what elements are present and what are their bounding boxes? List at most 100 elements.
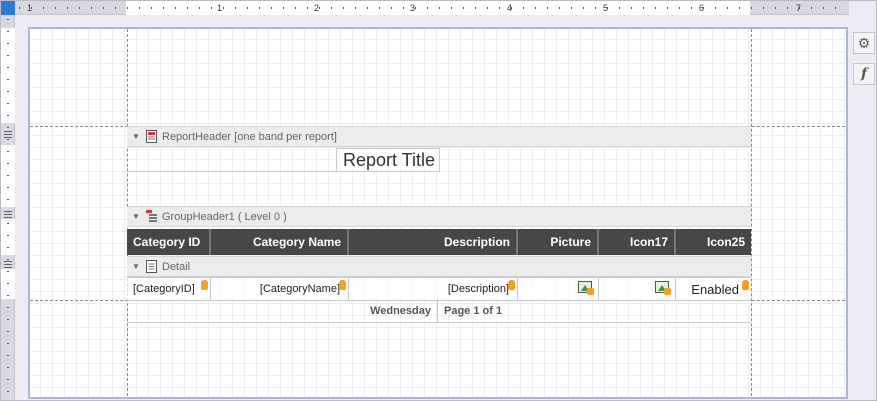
detail-cell[interactable]: [CategoryID] — [127, 278, 211, 300]
band-resize-grip[interactable] — [4, 211, 12, 218]
ruler-tick — [7, 235, 9, 236]
ruler-tick — [691, 7, 692, 9]
ruler-tick — [7, 211, 9, 212]
ruler-tick — [583, 7, 584, 9]
page-info-cell[interactable]: Page 1 of 1 — [438, 299, 608, 322]
ruler-tick — [235, 7, 236, 9]
ruler-tick — [463, 7, 464, 9]
ruler-tick — [103, 7, 104, 9]
page-footer-row: Wednesday Page 1 of 1 — [127, 299, 751, 323]
ruler-tick — [739, 7, 740, 9]
ruler-active-area — [1, 219, 15, 255]
ruler-tick — [823, 7, 824, 9]
ruler-active-area — [1, 145, 15, 207]
cell-text: [CategoryID] — [133, 283, 195, 295]
header-cell[interactable]: Description — [349, 229, 518, 255]
header-cell[interactable]: Category Name — [211, 229, 349, 255]
ruler-tick — [475, 7, 476, 9]
ruler-corner — [1, 1, 15, 15]
detail-cell[interactable]: [Description] — [349, 278, 518, 300]
ruler-tick — [127, 7, 128, 9]
ruler-tick — [607, 7, 608, 9]
ruler-tick — [19, 7, 20, 9]
ruler-tick — [7, 331, 9, 332]
ruler-tick — [7, 271, 9, 272]
database-icon[interactable] — [201, 280, 208, 290]
ruler-tick — [775, 7, 776, 9]
ruler-tick — [7, 199, 9, 200]
ruler-tick — [7, 127, 9, 128]
ruler-tick — [43, 7, 44, 9]
function-button[interactable]: f — [853, 63, 875, 85]
ruler-tick — [7, 31, 9, 32]
ruler-tick — [667, 7, 668, 9]
ruler-tick — [7, 67, 9, 68]
band-resize-grip[interactable] — [4, 261, 12, 268]
ruler-tick — [7, 55, 9, 56]
band-group-header[interactable]: ▼ GroupHeader1 ( Level 0 ) — [127, 206, 751, 227]
band-label: Detail — [162, 260, 191, 273]
ruler-tick — [799, 7, 800, 9]
ruler-tick — [163, 7, 164, 9]
report-title[interactable]: Report Title — [336, 148, 440, 172]
band-report-header[interactable]: ▼ ReportHeader [one band per report] — [127, 126, 751, 147]
ruler-tick — [7, 91, 9, 92]
ruler-tick — [835, 7, 836, 9]
band-detail[interactable]: ▼ Detail — [127, 256, 751, 277]
ruler-tick — [427, 7, 428, 9]
ruler-tick — [439, 7, 440, 9]
band-label: ReportHeader [one band per report] — [162, 130, 337, 143]
database-icon[interactable] — [339, 280, 346, 290]
date-cell[interactable]: Wednesday — [127, 299, 438, 322]
ruler-tick — [139, 7, 140, 9]
ruler-tick — [7, 319, 9, 320]
ruler-tick — [55, 7, 56, 9]
ruler-tick — [7, 283, 9, 284]
ruler-tick — [727, 7, 728, 9]
ruler-tick — [7, 295, 9, 296]
detail-cell[interactable]: [CategoryName] — [211, 278, 349, 300]
ruler-tick — [307, 7, 308, 9]
ruler-tick — [259, 7, 260, 9]
ruler-tick — [7, 259, 9, 260]
ruler-tick — [391, 7, 392, 9]
ruler-tick — [751, 7, 752, 9]
ruler-tick — [7, 163, 9, 164]
ruler-tick — [7, 355, 9, 356]
ruler-tick — [355, 7, 356, 9]
header-cell[interactable]: Icon25 — [676, 229, 751, 255]
collapse-triangle-icon[interactable]: ▼ — [132, 212, 140, 221]
cell-text: [Description] — [447, 283, 509, 295]
database-icon[interactable] — [508, 280, 515, 290]
detail-cell[interactable] — [599, 278, 676, 300]
band-resize-grip[interactable] — [4, 131, 12, 138]
report-page[interactable]: ▼ ReportHeader [one band per report] Rep… — [28, 27, 848, 399]
collapse-triangle-icon[interactable]: ▼ — [132, 262, 140, 271]
database-icon[interactable] — [742, 280, 749, 290]
ruler-tick — [187, 7, 188, 9]
ruler-tick — [511, 7, 512, 9]
header-cell[interactable]: Picture — [518, 229, 599, 255]
picture-icon[interactable] — [655, 281, 671, 295]
header-cell[interactable]: Category ID — [127, 229, 211, 255]
detail-cell[interactable] — [518, 278, 599, 300]
ruler-tick — [499, 7, 500, 9]
vertical-ruler[interactable] — [1, 15, 15, 400]
ruler-tick — [535, 7, 536, 9]
report-designer: 1 1 2 3 4 5 6 7 ⚙ f ▼ — [0, 0, 877, 401]
ruler-tick — [271, 7, 272, 9]
table-header-row: Category ID Category Name Description Pi… — [127, 229, 751, 255]
settings-button[interactable]: ⚙ — [853, 32, 875, 54]
horizontal-ruler[interactable]: 1 1 2 3 4 5 6 7 — [15, 1, 849, 15]
header-cell[interactable]: Icon17 — [599, 229, 676, 255]
collapse-triangle-icon[interactable]: ▼ — [132, 132, 140, 141]
ruler-tick — [7, 343, 9, 344]
ruler-tick — [379, 7, 380, 9]
group-header-icon — [146, 210, 157, 222]
band-label: GroupHeader1 ( Level 0 ) — [162, 210, 287, 223]
report-header-icon — [146, 130, 157, 143]
picture-icon[interactable] — [578, 281, 594, 295]
ruler-tick — [199, 7, 200, 9]
ruler-tick — [91, 7, 92, 9]
detail-cell[interactable]: Enabled — [676, 278, 751, 300]
